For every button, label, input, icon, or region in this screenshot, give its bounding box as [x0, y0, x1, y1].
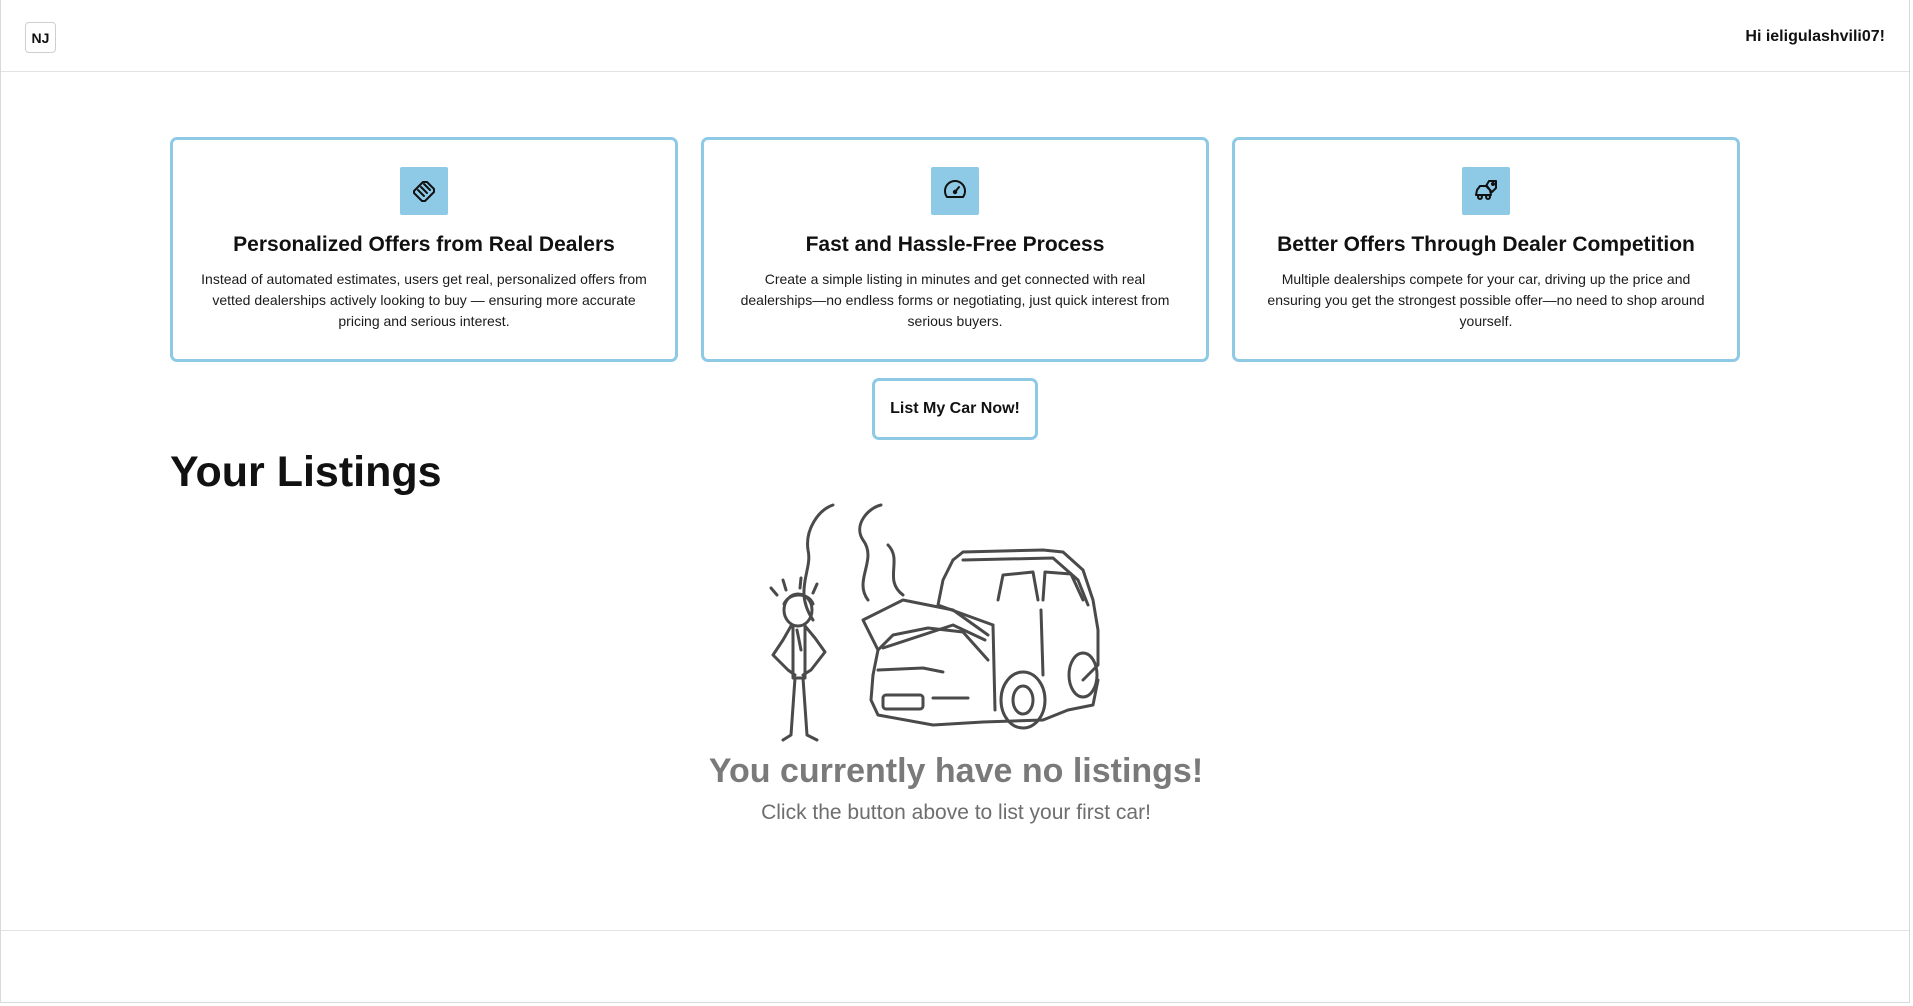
empty-state-subtitle: Click the button above to list your firs… — [761, 801, 1151, 824]
handshake-icon — [400, 167, 448, 215]
feature-card-personalized-offers: Personalized Offers from Real Dealers In… — [170, 137, 678, 362]
broken-down-car-illustration — [769, 503, 1100, 742]
speedometer-icon — [931, 167, 979, 215]
page: NJ Hi ieligulashvili07! Personalized Off… — [0, 0, 1910, 1003]
feature-description: Instead of automated estimates, users ge… — [201, 271, 647, 329]
car-tag-icon — [1462, 167, 1510, 215]
user-greeting: Hi ieligulashvili07! — [1745, 28, 1885, 45]
feature-description: Create a simple listing in minutes and g… — [740, 271, 1170, 329]
feature-title: Personalized Offers from Real Dealers — [233, 233, 615, 256]
feature-title: Better Offers Through Dealer Competition — [1277, 233, 1695, 256]
top-bar: NJ Hi ieligulashvili07! — [1, 0, 1909, 72]
page-title: Your Listings — [170, 448, 442, 496]
feature-card-dealer-competition: Better Offers Through Dealer Competition… — [1232, 137, 1740, 362]
logo[interactable]: NJ — [25, 22, 56, 53]
feature-card-fast-process: Fast and Hassle-Free Process Create a si… — [701, 137, 1209, 362]
list-my-car-button[interactable]: List My Car Now! — [872, 378, 1038, 440]
feature-cards: Personalized Offers from Real Dealers In… — [170, 137, 1740, 362]
empty-state-title: You currently have no listings! — [708, 752, 1204, 790]
feature-description: Multiple dealerships compete for your ca… — [1267, 271, 1705, 329]
feature-title: Fast and Hassle-Free Process — [805, 233, 1105, 256]
footer — [1, 930, 1909, 1003]
